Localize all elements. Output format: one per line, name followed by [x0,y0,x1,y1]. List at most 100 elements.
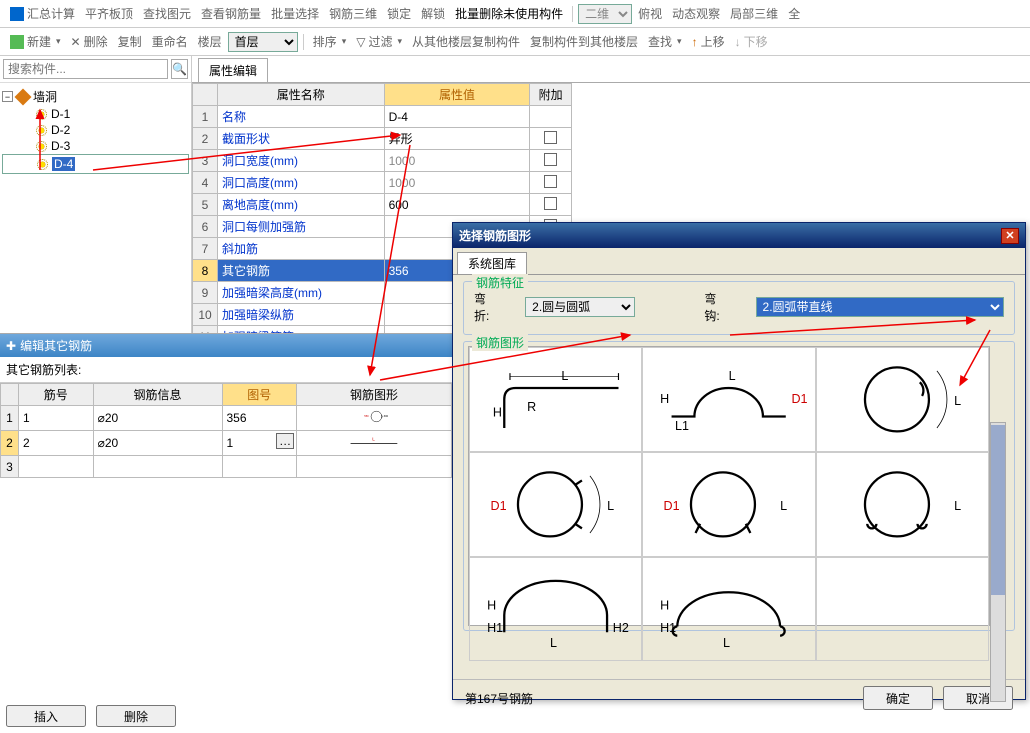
prop-row[interactable]: 1名称D-4 [193,106,572,128]
checkbox[interactable] [544,175,557,188]
bend-label: 弯折: [474,290,501,324]
prop-row[interactable]: 3洞口宽度(mm)1000 [193,150,572,172]
tb-rebar3d[interactable]: 钢筋三维 [325,3,381,24]
svg-text:H: H [493,406,502,420]
hook-select[interactable]: 2.圆弧带直线 [756,297,1004,317]
tb-floors[interactable]: 楼层 [194,31,226,52]
rebar-editor: ✚ 编辑其它钢筋 其它钢筋列表: 筋号 钢筋信息 图号 钢筋图形 1 1 ⌀20… [0,333,452,733]
collapse-icon[interactable]: − [2,91,13,102]
tb-copy-from[interactable]: 从其他楼层复制构件 [408,31,524,52]
tb-lock[interactable]: 锁定 [383,3,415,24]
svg-text:300: 300 [384,414,389,418]
col-extra: 附加 [530,84,572,106]
tree-item-D-1[interactable]: D-1 [2,106,189,122]
shape-option[interactable]: H H1 L [642,557,815,662]
tb-find[interactable]: 查找 [644,31,686,52]
scrollbar[interactable] [990,422,1006,702]
shape-option[interactable]: HL1LD1 [642,347,815,452]
col-name: 属性名称 [217,84,384,106]
tree-item-D-3[interactable]: D-3 [2,138,189,154]
tb-sum[interactable]: 汇总计算 [6,3,79,24]
shape-option[interactable]: D1 L [642,452,815,557]
tb-copy[interactable]: 复制 [114,31,146,52]
gear-icon [37,159,48,170]
svg-text:L: L [550,636,557,650]
group-features: 钢筋特征 弯折: 2.圆与圆弧 弯钩: 2.圆弧带直线 [463,281,1015,335]
svg-text:L1: L1 [675,419,689,433]
svg-text:H: H [660,598,669,612]
tb-filter[interactable]: ▽ 过滤 [352,31,406,52]
tb-copy-to[interactable]: 复制构件到其他楼层 [526,31,642,52]
prop-tabs: 属性编辑 [192,56,1030,83]
tb-sort[interactable]: 排序 [309,31,351,52]
svg-text:L: L [954,394,961,408]
checkbox[interactable] [544,131,557,144]
tb-local3d[interactable]: 局部三维 [726,3,782,24]
tb-all[interactable]: 全 [784,3,804,24]
new-icon [10,35,24,49]
toolbar-sub: 新建 ✕ 删除 复制 重命名 楼层 首层 排序 ▽ 过滤 从其他楼层复制构件 复… [0,28,1030,56]
dialog-title[interactable]: 选择钢筋图形 ✕ [453,223,1025,248]
prop-row[interactable]: 2截面形状异形 [193,128,572,150]
tb-unlock[interactable]: 解锁 [417,3,449,24]
ok-button[interactable]: 确定 [863,686,933,710]
tb-dim[interactable]: 二维 [578,4,632,24]
tb-batch-del[interactable]: 批量删除未使用构件 [451,3,567,24]
rebar-list-label: 其它钢筋列表: [0,357,452,383]
tree-root[interactable]: − 墙洞 [2,87,189,106]
shape-option[interactable]: D1L [469,452,642,557]
sigma-icon [10,7,24,21]
svg-text:550: 550 [364,414,369,418]
tb-rename[interactable]: 重命名 [148,31,192,52]
prop-row[interactable]: 4洞口高度(mm)1000 [193,172,572,194]
shape-option[interactable]: HRL [469,347,642,452]
tab-prop-edit[interactable]: 属性编辑 [198,58,268,82]
ellipsis-button[interactable]: … [276,433,294,449]
svg-text:D1: D1 [664,499,680,513]
svg-text:H1: H1 [487,621,503,635]
table-row[interactable]: 2 2 ⌀20 1… L [1,431,452,456]
tb-del[interactable]: ✕ 删除 [67,31,112,52]
svg-text:H2: H2 [613,621,629,635]
svg-text:L: L [723,636,730,650]
toolbar-main: 汇总计算 平齐板顶 查找图元 查看钢筋量 批量选择 钢筋三维 锁定 解锁 批量删… [0,0,1030,28]
insert-button[interactable]: 插入 [6,705,86,727]
delete-button[interactable]: 删除 [96,705,176,727]
component-tree: − 墙洞 D-1D-2D-3D-4 [0,83,191,178]
tb-persp[interactable]: 俯视 [634,3,666,24]
tb-down[interactable]: ↓下移 [731,31,772,52]
shape-option[interactable] [816,557,989,662]
tb-rebar-qty[interactable]: 查看钢筋量 [197,3,265,24]
svg-text:L: L [607,499,614,513]
tree-item-D-2[interactable]: D-2 [2,122,189,138]
svg-text:L: L [780,499,787,513]
search-button[interactable]: 🔍 [171,59,188,79]
shape-option[interactable]: L [816,452,989,557]
checkbox[interactable] [544,197,557,210]
gear-icon [36,141,47,152]
tree-item-D-4[interactable]: D-4 [2,154,189,174]
tb-batch-sel[interactable]: 批量选择 [267,3,323,24]
search-icon: 🔍 [172,62,187,76]
shape-option[interactable]: HH1LH2 [469,557,642,662]
tb-align[interactable]: 平齐板顶 [81,3,137,24]
tb-dyn[interactable]: 动态观察 [668,3,724,24]
table-row[interactable]: 1 1 ⌀20 356 550 300 [1,406,452,431]
svg-text:H1: H1 [660,621,676,635]
shape-option[interactable]: L [816,347,989,452]
tab-system-lib[interactable]: 系统图库 [457,252,527,274]
tb-floor-sel[interactable]: 首层 [228,32,298,52]
pen-icon [15,88,32,105]
rebar-shape-circle: 550 300 [301,408,447,425]
tb-new[interactable]: 新建 [6,31,65,52]
close-icon[interactable]: ✕ [1001,228,1019,244]
tb-up[interactable]: ↑上移 [688,31,729,52]
prop-row[interactable]: 5离地高度(mm)600 [193,194,572,216]
bend-select[interactable]: 2.圆与圆弧 [525,297,634,317]
search-input[interactable] [3,59,168,79]
gear-icon [36,125,47,136]
table-row[interactable]: 3 [1,456,452,478]
tb-find-elem[interactable]: 查找图元 [139,3,195,24]
status-text: 第167号钢筋 [465,690,533,707]
checkbox[interactable] [544,153,557,166]
